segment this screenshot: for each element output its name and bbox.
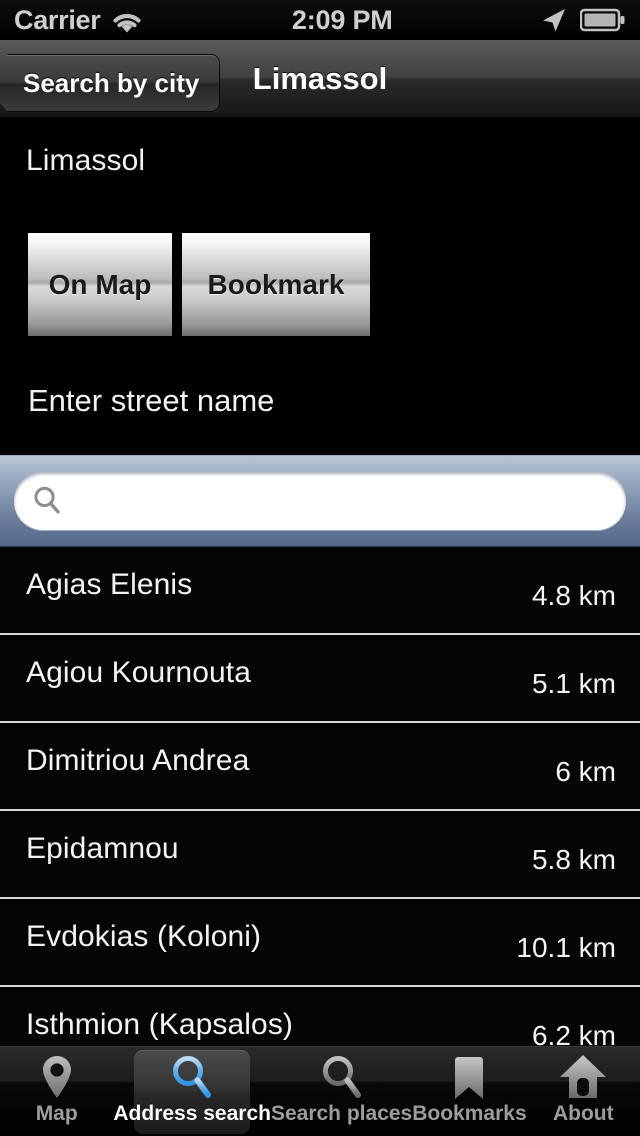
house-icon xyxy=(559,1053,607,1101)
content-area: Limassol On Map Bookmark Enter street na… xyxy=(0,118,640,1075)
status-bar-center: 2:09 PM xyxy=(144,5,540,36)
street-name: Evdokias (Koloni) xyxy=(26,920,262,953)
street-name: Isthmion (Kapsalos) xyxy=(26,1008,294,1041)
tab-map[interactable]: Map xyxy=(0,1047,113,1136)
street-distance: 6 km xyxy=(555,756,616,787)
magnifier-gray-icon xyxy=(318,1053,366,1101)
table-row[interactable]: Epidamnou 5.8 km xyxy=(0,811,640,899)
tab-label: About xyxy=(552,1102,614,1125)
on-map-button[interactable]: On Map xyxy=(28,233,172,336)
location-arrow-icon xyxy=(540,6,568,34)
action-button-row: On Map Bookmark xyxy=(0,178,640,336)
status-bar-right xyxy=(540,6,626,34)
wifi-icon xyxy=(110,9,144,35)
tab-bar: Map Address search Search places Bookmarks A… xyxy=(0,1046,640,1136)
tab-label: Search places xyxy=(270,1102,413,1125)
street-name: Agiou Kournouta xyxy=(26,656,252,689)
street-distance: 5.8 km xyxy=(531,844,616,875)
tab-label: Map xyxy=(35,1102,78,1125)
street-distance: 10.1 km xyxy=(516,932,616,963)
street-name: Agias Elenis xyxy=(26,568,193,601)
search-field-container[interactable] xyxy=(14,472,626,530)
carrier-label: Carrier xyxy=(14,4,101,35)
tab-about[interactable]: About xyxy=(527,1047,640,1136)
street-distance: 5.1 km xyxy=(531,668,616,699)
tab-address-search[interactable]: Address search xyxy=(113,1047,271,1136)
tab-bookmarks[interactable]: Bookmarks xyxy=(412,1047,527,1136)
table-row[interactable]: Agias Elenis 4.8 km xyxy=(0,547,640,635)
battery-icon xyxy=(579,8,626,32)
navigation-bar: Search by city Limassol xyxy=(0,40,640,118)
street-distance: 4.8 km xyxy=(531,580,616,611)
search-icon xyxy=(30,484,64,518)
clock-label: 2:09 PM xyxy=(291,4,393,35)
map-pin-icon xyxy=(33,1053,81,1101)
street-name: Epidamnou xyxy=(26,832,179,865)
status-bar-left: Carrier xyxy=(14,5,144,36)
street-name: Dimitriou Andrea xyxy=(26,744,250,777)
magnifier-blue-icon xyxy=(168,1053,216,1101)
page-title: Limassol xyxy=(252,60,388,96)
status-bar: Carrier 2:09 PM xyxy=(0,0,640,40)
street-results-list[interactable]: Agias Elenis 4.8 km Agiou Kournouta 5.1 km D… xyxy=(0,547,640,1075)
search-bar xyxy=(0,455,640,547)
tab-search-places[interactable]: Search places xyxy=(271,1047,412,1136)
bookmark-ribbon-icon xyxy=(445,1053,493,1101)
tab-label: Address search xyxy=(113,1102,271,1125)
street-name-prompt: Enter street name xyxy=(28,383,275,418)
back-button[interactable]: Search by city xyxy=(0,54,221,112)
app-screen: Carrier 2:09 PM Search by city Limassol … xyxy=(0,0,640,1136)
table-row[interactable]: Evdokias (Koloni) 10.1 km xyxy=(0,899,640,987)
tab-label: Bookmarks xyxy=(412,1102,527,1125)
table-row[interactable]: Dimitriou Andrea 6 km xyxy=(0,723,640,811)
bookmark-button[interactable]: Bookmark xyxy=(182,233,370,336)
back-button-label: Search by city xyxy=(23,67,200,98)
search-input[interactable] xyxy=(72,485,610,517)
city-name-label: Limassol xyxy=(26,144,146,177)
table-row[interactable]: Agiou Kournouta 5.1 km xyxy=(0,635,640,723)
